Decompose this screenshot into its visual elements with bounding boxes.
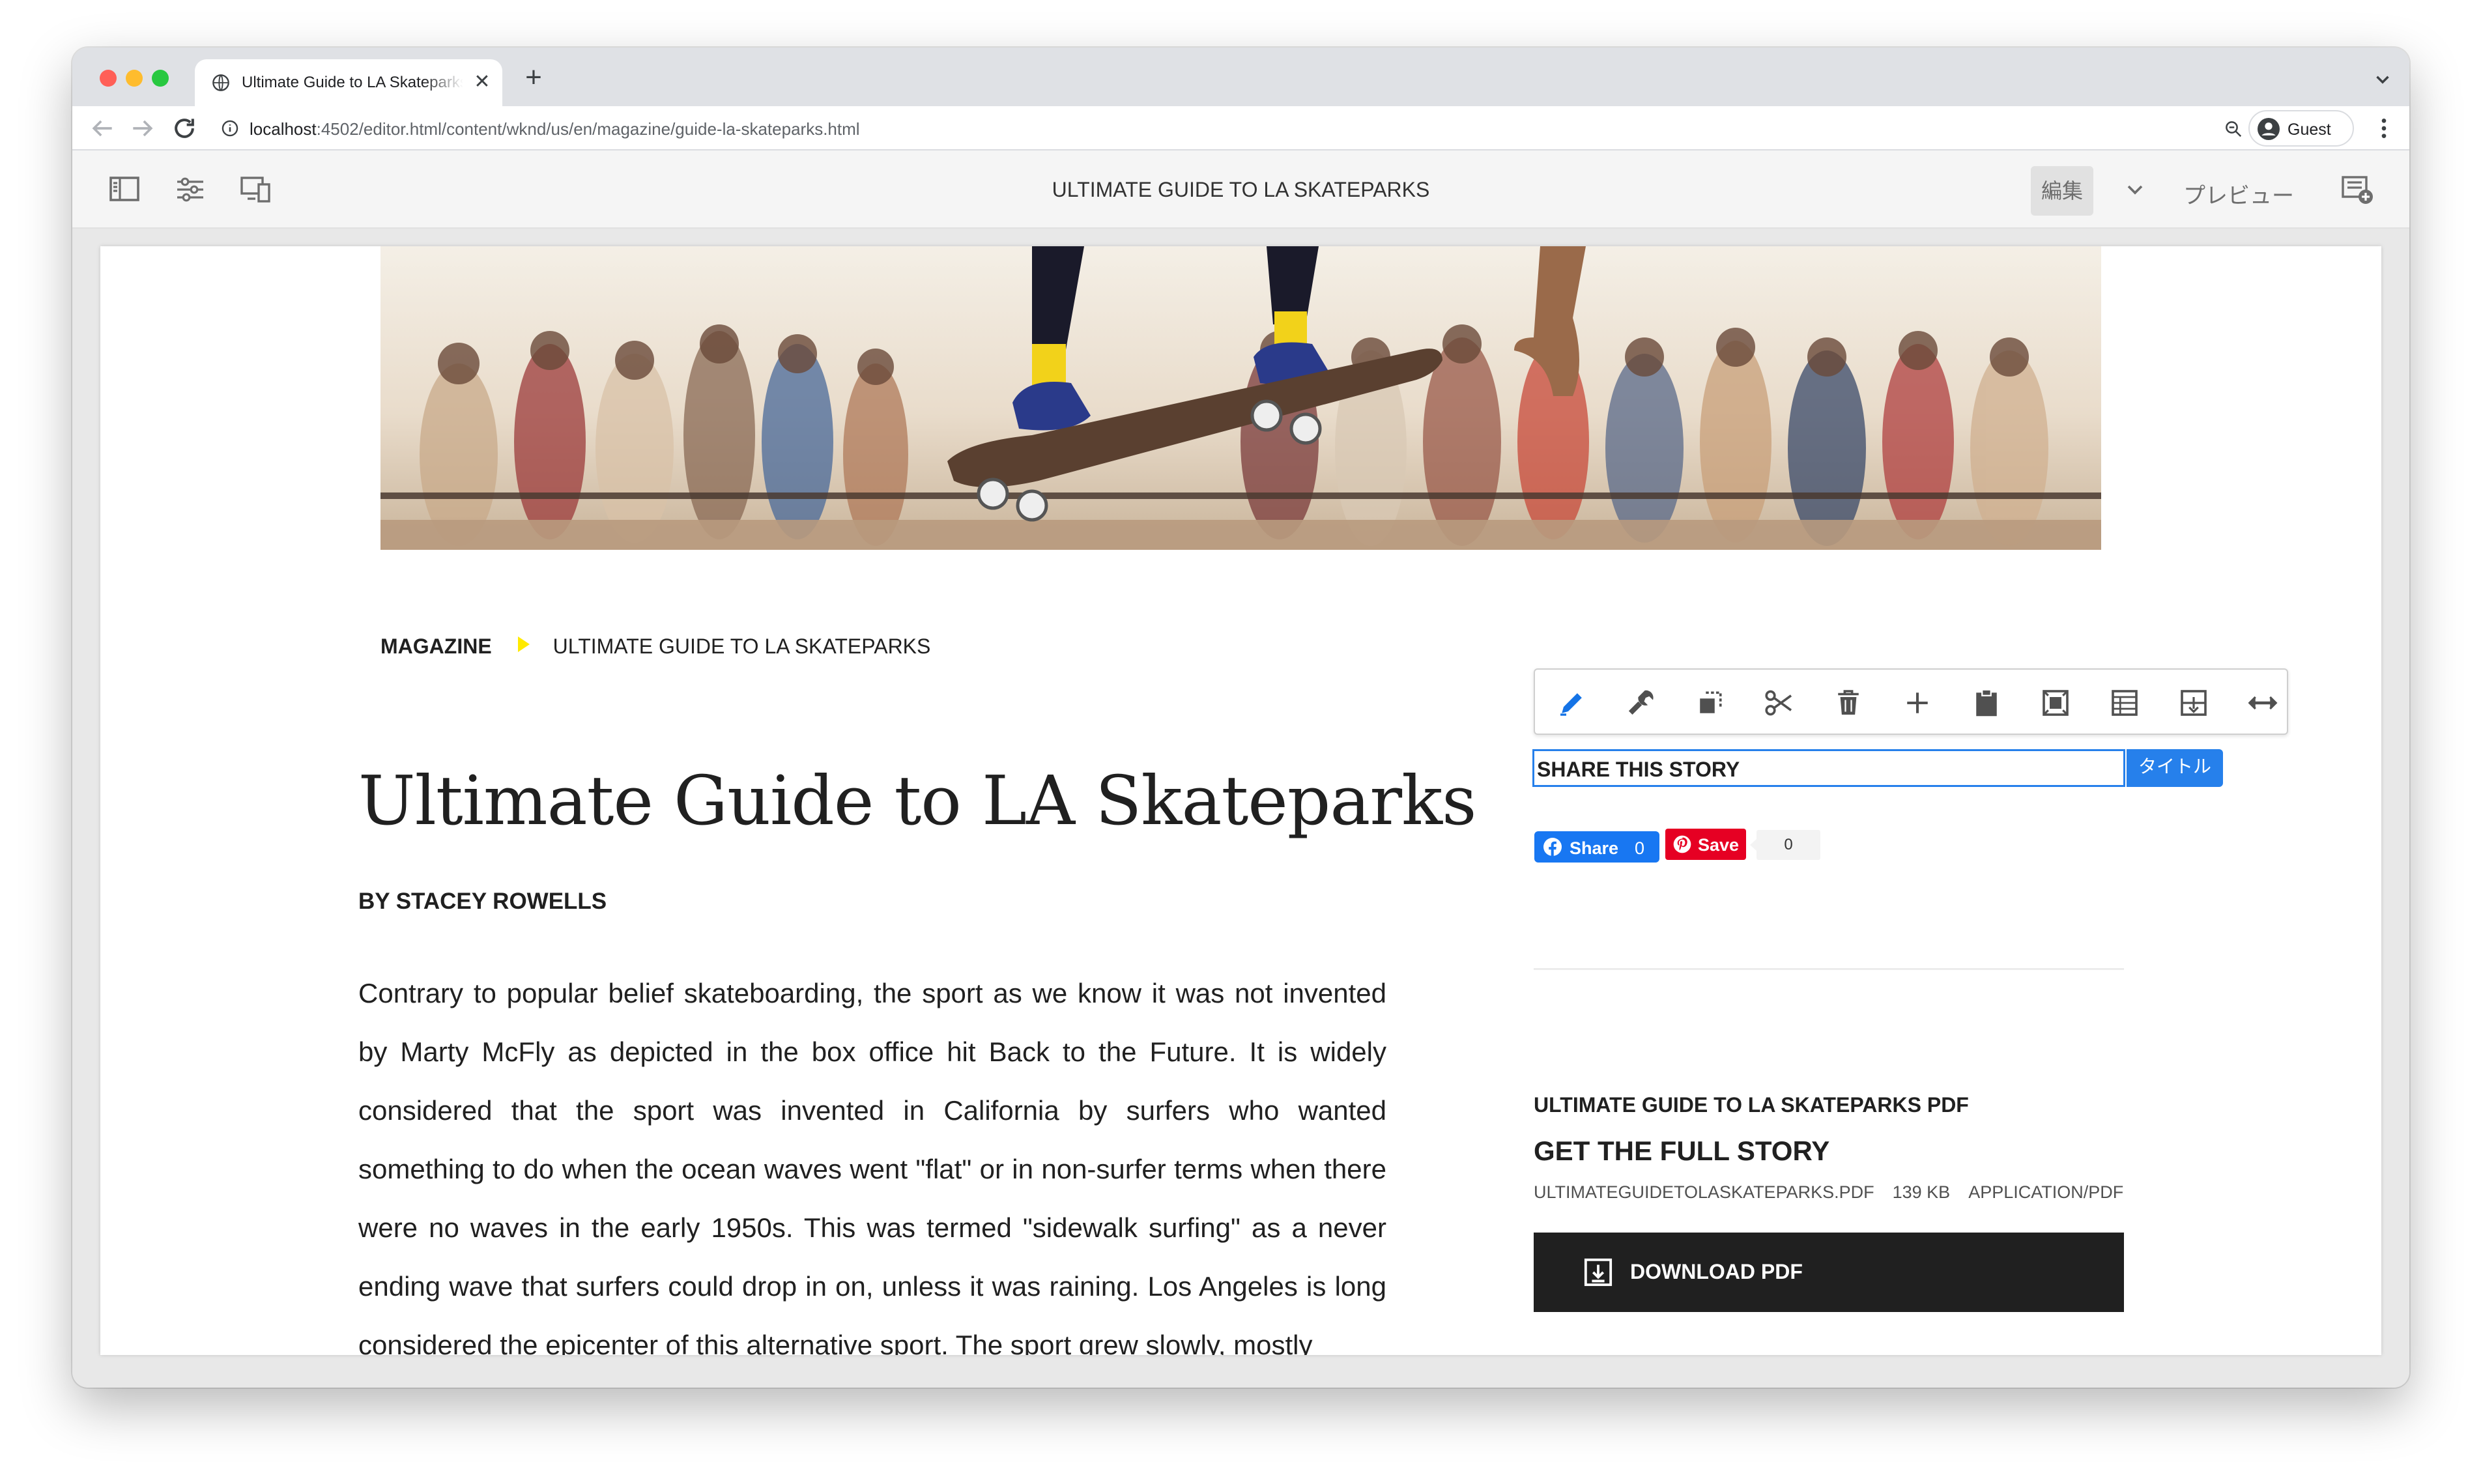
globe-icon [212, 74, 229, 91]
facebook-share-button[interactable]: Share 0 [1534, 831, 1659, 863]
facebook-share-label: Share [1570, 838, 1619, 858]
tab-title: Ultimate Guide to LA Skateparks [242, 74, 463, 91]
chevron-down-icon[interactable] [2122, 177, 2148, 203]
delete-button[interactable] [1831, 685, 1866, 721]
scissors-icon [1765, 690, 1792, 716]
copy-icon [1700, 691, 1722, 713]
url-host: localhost [250, 119, 317, 139]
minimize-window-button[interactable] [126, 70, 143, 87]
browser-window: Ultimate Guide to LA Skateparks ✕ + loca… [72, 48, 2409, 1388]
pinterest-save-label: Save [1698, 835, 1740, 855]
edit-button[interactable] [1555, 685, 1590, 721]
resize-button[interactable] [2245, 685, 2280, 721]
edit-mode-button[interactable]: 編集 [2031, 166, 2093, 216]
avatar-icon [2258, 118, 2280, 140]
breadcrumb: MAGAZINE ULTIMATE GUIDE TO LA SKATEPARKS [380, 635, 930, 659]
annotation-icon[interactable] [2341, 174, 2375, 207]
close-window-button[interactable] [100, 70, 117, 87]
browser-tab[interactable]: Ultimate Guide to LA Skateparks ✕ [195, 59, 502, 106]
new-tab-button[interactable]: + [519, 63, 548, 93]
article-title: Ultimate Guide to LA Skateparks [358, 761, 1476, 840]
share-title: SHARE THIS STORY [1537, 758, 1740, 781]
download-pdf-label: DOWNLOAD PDF [1630, 1260, 1803, 1283]
url-path: :4502/editor.html/content/wknd/us/en/mag… [316, 119, 860, 139]
article-body: Contrary to popular belief skateboarding… [358, 978, 1386, 1355]
preview-mode-button[interactable]: プレビュー [2183, 178, 2294, 210]
pinterest-icon [1673, 835, 1691, 853]
download-mime: APPLICATION/PDF [1968, 1182, 2124, 1202]
forward-arrow-icon[interactable] [128, 114, 157, 143]
section-divider [1534, 968, 2124, 970]
configure-button[interactable] [1624, 685, 1659, 721]
profile-name: Guest [2287, 121, 2331, 139]
copy-button[interactable] [1693, 685, 1728, 721]
resize-icon [2248, 696, 2278, 710]
download-icon [1584, 1258, 1613, 1287]
breadcrumb-arrow-icon [517, 636, 530, 652]
chevron-down-icon[interactable] [2372, 68, 2394, 91]
breadcrumb-item-magazine[interactable]: MAGAZINE [380, 635, 492, 658]
hero-image[interactable] [380, 246, 2101, 550]
group-button[interactable] [2038, 685, 2073, 721]
download-title: GET THE FULL STORY [1534, 1135, 1830, 1166]
facebook-share-count: 0 [1635, 838, 1645, 858]
pinterest-save-button[interactable]: Save [1665, 829, 1746, 860]
download-heading: ULTIMATE GUIDE TO LA SKATEPARKS PDF [1534, 1093, 1969, 1117]
wrench-icon [1628, 690, 1654, 715]
more-options-icon[interactable] [2371, 115, 2397, 141]
download-meta: ULTIMATEGUIDETOLASKATEPARKS.PDF 139 KB APP… [1534, 1182, 2124, 1203]
download-pdf-button[interactable]: DOWNLOAD PDF [1534, 1233, 2124, 1312]
facebook-icon [1543, 838, 1562, 856]
maximize-window-button[interactable] [152, 70, 169, 87]
profile-button[interactable]: Guest [2248, 110, 2354, 147]
url-text: localhost:4502/editor.html/content/wknd/… [250, 119, 860, 139]
component-toolbar [1534, 668, 2288, 735]
insert-button[interactable] [1900, 685, 1935, 721]
plus-icon [1907, 692, 1928, 713]
download-size: 139 KB [1892, 1182, 1951, 1202]
url-input[interactable]: localhost:4502/editor.html/content/wknd/… [212, 111, 2263, 145]
breadcrumb-item-current: ULTIMATE GUIDE TO LA SKATEPARKS [552, 635, 931, 658]
info-icon[interactable] [221, 119, 239, 137]
component-type-badge: タイトル [2127, 749, 2223, 787]
tab-strip: Ultimate Guide to LA Skateparks ✕ + [72, 48, 2409, 106]
page-content: MAGAZINE ULTIMATE GUIDE TO LA SKATEPARKS … [100, 246, 2381, 1355]
address-bar-row: localhost:4502/editor.html/content/wknd/… [72, 106, 2409, 150]
layout-button[interactable] [2107, 685, 2142, 721]
cut-button[interactable] [1762, 685, 1797, 721]
layout-icon [2112, 690, 2138, 716]
download-component: ULTIMATE GUIDE TO LA SKATEPARKS PDF GET … [1534, 1093, 2124, 1203]
back-arrow-icon[interactable] [88, 114, 117, 143]
article-byline: BY STACEY ROWELLS [358, 889, 607, 914]
paste-button[interactable] [1969, 685, 2004, 721]
trash-icon [1838, 690, 1859, 715]
reload-icon[interactable] [170, 114, 199, 143]
group-icon [2043, 690, 2069, 716]
download-filename: ULTIMATEGUIDETOLASKATEPARKS.PDF [1534, 1182, 1874, 1202]
insert-icon [2181, 690, 2207, 716]
editor-canvas: MAGAZINE ULTIMATE GUIDE TO LA SKATEPARKS … [72, 229, 2409, 1388]
zoom-icon[interactable] [2224, 119, 2243, 139]
clipboard-icon [1976, 689, 1997, 717]
share-title-component[interactable]: SHARE THIS STORY [1532, 749, 2125, 787]
tab-close-button[interactable]: ✕ [471, 71, 493, 93]
editor-toolbar: ULTIMATE GUIDE TO LA SKATEPARKS 編集 プレビュー [72, 150, 2409, 229]
parent-button[interactable] [2176, 685, 2211, 721]
pinterest-save-count: 0 [1750, 830, 1820, 860]
pencil-icon [1560, 693, 1582, 716]
